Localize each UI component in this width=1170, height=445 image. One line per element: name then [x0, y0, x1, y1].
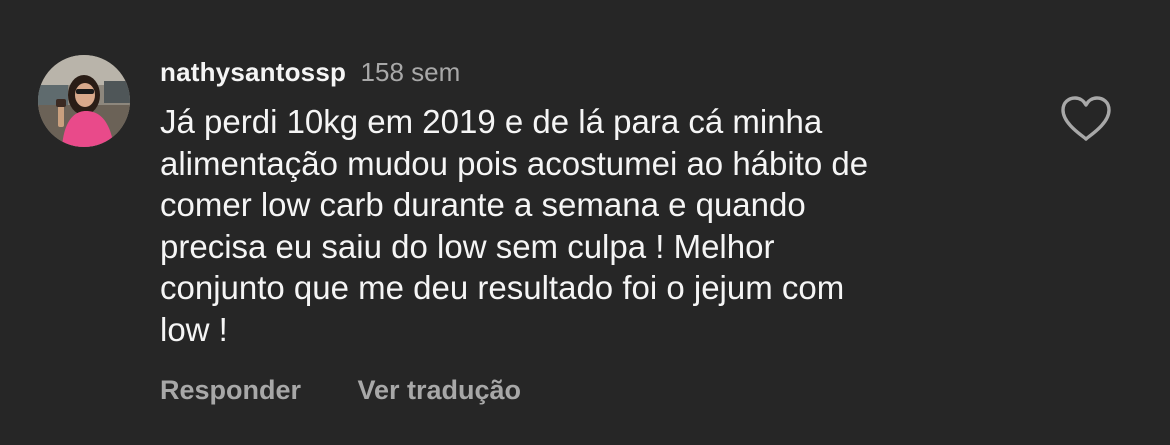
- username-link[interactable]: nathysantossp: [160, 57, 346, 87]
- avatar[interactable]: [38, 55, 130, 147]
- heart-outline-icon: [1061, 96, 1111, 141]
- comment-text: Já perdi 10kg em 2019 e de lá para cá mi…: [160, 103, 869, 348]
- avatar-photo: [38, 55, 130, 147]
- comment-actions: Responder Ver tradução: [160, 372, 521, 413]
- comment-item: nathysantossp 158 sem Já perdi 10kg em 2…: [0, 0, 1170, 445]
- see-translation-button[interactable]: Ver tradução: [357, 375, 521, 405]
- like-button[interactable]: [1058, 94, 1114, 144]
- reply-button[interactable]: Responder: [160, 375, 301, 405]
- comment-header: nathysantossp 158 sem: [160, 54, 460, 95]
- timestamp: 158 sem: [360, 57, 461, 87]
